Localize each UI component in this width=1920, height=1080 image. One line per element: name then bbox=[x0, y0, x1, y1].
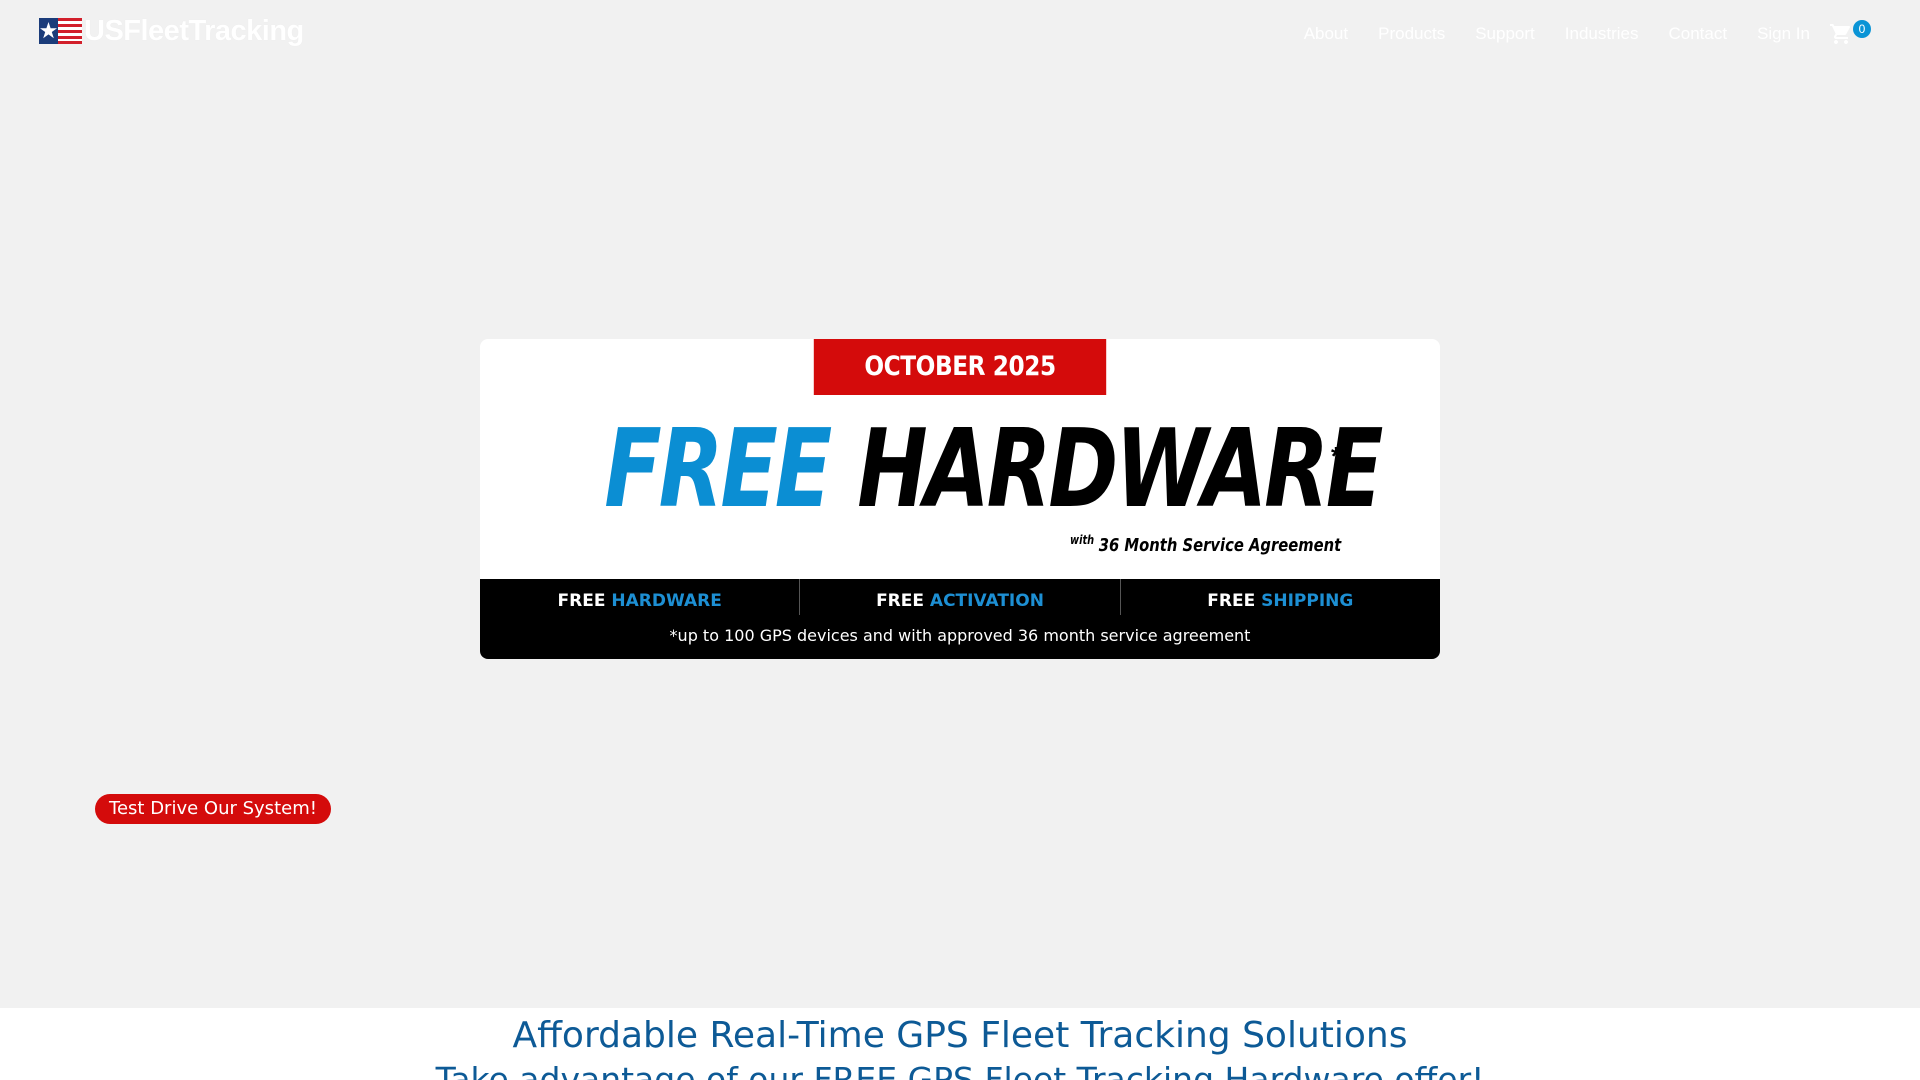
feature-activation: FREE ACTIVATION bbox=[799, 579, 1119, 615]
site-logo[interactable]: USFleetTracking bbox=[39, 14, 304, 48]
test-drive-button[interactable]: Test Drive Our System! bbox=[95, 794, 331, 824]
promo-headline: FREE HARDWARE bbox=[480, 407, 1440, 532]
headline-hardware: HARDWARE bbox=[857, 407, 1383, 532]
promo-tag: OCTOBER 2025 BLOWOUT bbox=[813, 339, 1107, 438]
feature-list: FREE HARDWARE FREE ACTIVATION FREE SHIPP… bbox=[480, 579, 1440, 615]
promo-feature-bar: FREE HARDWARE FREE ACTIVATION FREE SHIPP… bbox=[480, 579, 1440, 659]
nav-products[interactable]: Products bbox=[1378, 24, 1445, 44]
headline-free: FREE bbox=[604, 407, 832, 532]
nav-support[interactable]: Support bbox=[1475, 24, 1535, 44]
intro-section: Affordable Real-Time GPS Fleet Tracking … bbox=[0, 1008, 1920, 1080]
feature-prefix: FREE bbox=[1207, 591, 1256, 611]
site-header: USFleetTracking About Products Support I… bbox=[0, 0, 1920, 64]
with-label: with bbox=[1070, 533, 1095, 547]
nav-about[interactable]: About bbox=[1304, 24, 1348, 44]
shopping-cart-icon bbox=[1830, 24, 1851, 44]
nav-industries[interactable]: Industries bbox=[1565, 24, 1639, 44]
logo-text: USFleetTracking bbox=[84, 14, 304, 47]
nav-contact[interactable]: Contact bbox=[1668, 24, 1727, 44]
intro-subheading: Take advantage of our FREE GPS Fleet Tra… bbox=[435, 1060, 1485, 1080]
feature-highlight: HARDWARE bbox=[611, 591, 722, 611]
feature-shipping: FREE SHIPPING bbox=[1119, 579, 1440, 615]
us-flag-logo-icon bbox=[39, 18, 82, 44]
nav-sign-in[interactable]: Sign In bbox=[1757, 24, 1810, 44]
feature-prefix: FREE bbox=[876, 591, 924, 611]
feature-hardware: FREE HARDWARE bbox=[480, 579, 799, 615]
feature-prefix: FREE bbox=[557, 591, 606, 611]
feature-highlight: ACTIVATION bbox=[929, 591, 1044, 611]
intro-heading: Affordable Real-Time GPS Fleet Tracking … bbox=[512, 1015, 1408, 1056]
cart-count-badge: 0 bbox=[1853, 20, 1871, 38]
cart-button[interactable]: 0 bbox=[1829, 20, 1871, 48]
agreement-label: 36 Month Service Agreement bbox=[1098, 535, 1342, 556]
service-agreement-note: with 36 Month Service Agreement bbox=[1070, 533, 1342, 556]
headline-asterisk: * bbox=[1331, 441, 1342, 471]
feature-highlight: SHIPPING bbox=[1261, 591, 1354, 611]
main-nav: About Products Support Industries Contac… bbox=[1304, 24, 1810, 44]
promo-footnote: *up to 100 GPS devices and with approved… bbox=[669, 626, 1251, 645]
promo-banner[interactable]: OCTOBER 2025 BLOWOUT FREE HARDWARE * wit… bbox=[480, 339, 1440, 659]
